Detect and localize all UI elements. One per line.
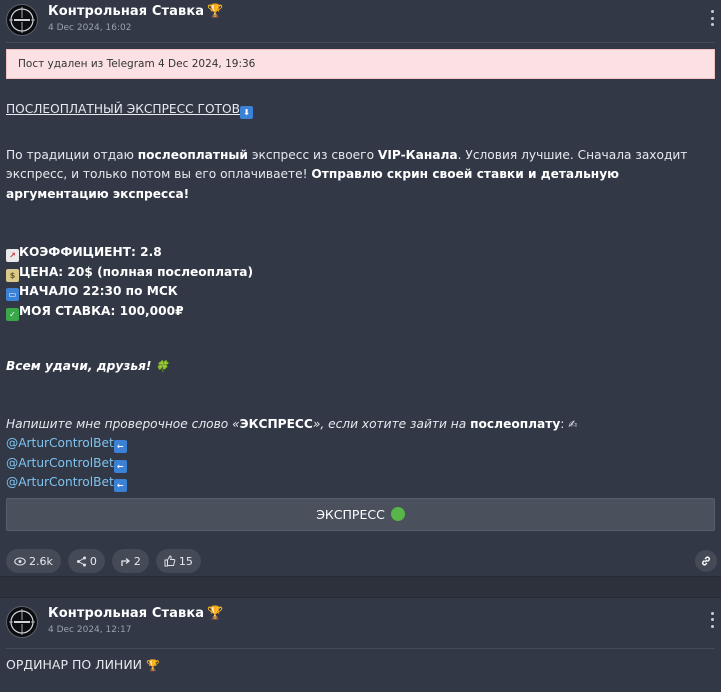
- channel-name-text: Контрольная Ставка: [48, 605, 205, 621]
- shares-counter[interactable]: 0: [67, 549, 105, 573]
- down-arrow-icon: ⬇: [239, 106, 253, 119]
- header-text: Контрольная Ставка 🏆 4 Dec 2024, 12:17: [48, 606, 223, 635]
- stat-line-price: $ ЦЕНА: 20$ (полная послеоплата): [6, 263, 715, 283]
- contact-link[interactable]: @ArturControlBet: [6, 436, 114, 450]
- contact-link-row: @ArturControlBet ←: [6, 454, 715, 474]
- stat-line-coefficient: ↗ КОЭФФИЦИЕНТ: 2.8: [6, 243, 715, 263]
- views-count: 2.6k: [29, 554, 53, 568]
- copy-link-button[interactable]: [695, 550, 717, 572]
- deleted-notice-date: 4 Dec 2024, 19:36: [158, 58, 256, 70]
- check-mark-icon: ✓: [6, 307, 19, 321]
- post-date[interactable]: 4 Dec 2024, 16:02: [48, 23, 223, 33]
- shares-count: 0: [89, 554, 97, 568]
- post-content: ПОСЛЕОПЛАТНЫЙ ЭКСПРЕСС ГОТОВ ⬇ По традици…: [0, 100, 721, 493]
- crosshair-logo-icon: [9, 7, 35, 33]
- contact-link-row: @ArturControlBet ←: [6, 434, 715, 454]
- post-date[interactable]: 4 Dec 2024, 12:17: [48, 625, 223, 635]
- channel-avatar[interactable]: [6, 605, 38, 638]
- channel-name-text: Контрольная Ставка: [48, 4, 205, 19]
- crosshair-logo-icon: [9, 608, 35, 635]
- eye-icon: [14, 556, 26, 566]
- deleted-notice-text: Пост удален из Telegram: [18, 58, 155, 70]
- post-header: Контрольная Ставка 🏆 4 Dec 2024, 16:02: [0, 0, 721, 42]
- intro-paragraph: По традиции отдаю послеоплатный экспресс…: [6, 147, 688, 201]
- cta-line: Напишите мне проверочное слово «ЭКСПРЕСС…: [6, 416, 578, 431]
- more-options-icon[interactable]: [709, 611, 715, 628]
- express-button-label: ЭКСПРЕСС: [316, 506, 385, 522]
- clover-icon: 🍀: [155, 360, 170, 373]
- green-face-icon: [390, 507, 405, 521]
- left-arrow-icon: ←: [113, 440, 127, 453]
- chart-up-icon: ↗: [6, 249, 19, 262]
- left-arrow-icon: ←: [113, 479, 127, 492]
- forwards-count: 2: [133, 554, 141, 568]
- trophy-icon: 🏆: [146, 658, 160, 672]
- post-title-text: ПОСЛЕОПЛАТНЫЙ ЭКСПРЕСС ГОТОВ: [6, 102, 240, 116]
- contact-link[interactable]: @ArturControlBet: [6, 456, 114, 470]
- post-title: ПОСЛЕОПЛАТНЫЙ ЭКСПРЕСС ГОТОВ ⬇: [6, 100, 715, 120]
- channel-name[interactable]: Контрольная Ставка 🏆: [48, 4, 223, 20]
- money-icon: $: [6, 268, 19, 282]
- divider: [6, 42, 715, 43]
- likes-counter[interactable]: 15: [155, 549, 201, 573]
- likes-count: 15: [178, 554, 193, 568]
- link-icon: [702, 556, 710, 566]
- left-arrow-icon: ←: [113, 459, 127, 473]
- wish-line: Всем удачи, друзья! 🍀: [6, 359, 170, 373]
- post-title-text: ОРДИНАР ПО ЛИНИИ: [6, 656, 143, 672]
- channel-feed: Контрольная Ставка 🏆 4 Dec 2024, 16:02 По…: [0, 0, 721, 692]
- forward-icon: [121, 557, 130, 566]
- contact-link-row: @ArturControlBet ←: [6, 473, 715, 493]
- stat-line-bet: ✓ МОЯ СТАВКА: 100,000₽: [6, 302, 715, 322]
- views-counter[interactable]: 2.6k: [6, 549, 61, 573]
- contact-link[interactable]: @ArturControlBet: [6, 475, 114, 489]
- trophy-icon: 🏆: [207, 605, 224, 621]
- channel-name[interactable]: Контрольная Ставка 🏆: [48, 606, 223, 622]
- writing-hand-icon: ✍: [568, 417, 578, 431]
- header-text: Контрольная Ставка 🏆 4 Dec 2024, 16:02: [48, 4, 223, 33]
- express-button[interactable]: ЭКСПРЕСС: [6, 497, 715, 531]
- post-stats: 2.6k 0 2 15: [0, 531, 721, 576]
- post: Контрольная Ставка 🏆 4 Dec 2024, 12:17 ОР…: [0, 597, 721, 672]
- post-title: ОРДИНАР ПО ЛИНИИ 🏆: [0, 649, 721, 672]
- share-icon: [76, 556, 86, 566]
- stat-line-start: ▭ НАЧАЛО 22:30 по МСК: [6, 282, 715, 302]
- thumbs-up-icon: [164, 555, 176, 567]
- trophy-icon: 🏆: [207, 4, 224, 19]
- post-header: Контрольная Ставка 🏆 4 Dec 2024, 12:17: [0, 598, 721, 644]
- deleted-notice: Пост удален из Telegram 4 Dec 2024, 19:3…: [6, 49, 715, 79]
- forwards-counter[interactable]: 2: [111, 549, 149, 573]
- post-separator: [0, 576, 721, 598]
- channel-avatar[interactable]: [6, 4, 38, 36]
- more-options-icon[interactable]: [709, 10, 715, 26]
- post: Контрольная Ставка 🏆 4 Dec 2024, 16:02 По…: [0, 0, 721, 577]
- soon-icon: ▭: [6, 288, 19, 301]
